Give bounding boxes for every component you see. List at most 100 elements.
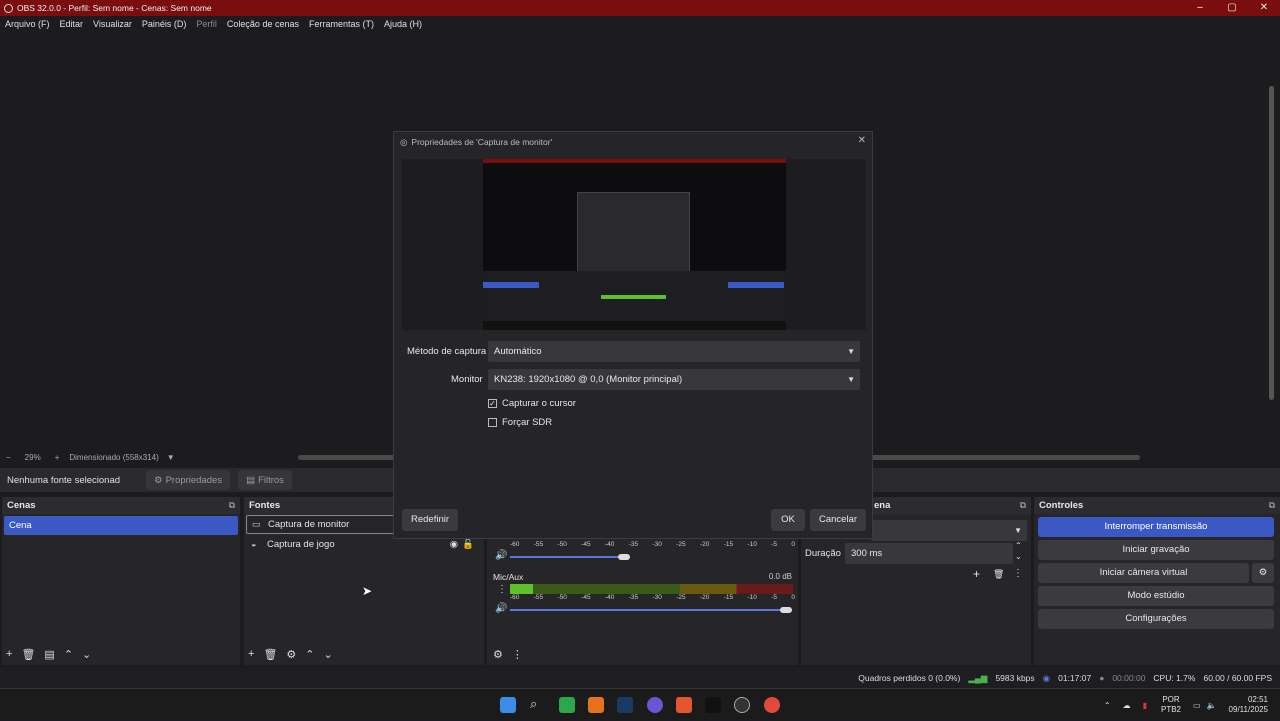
gear-icon[interactable]: ⚙ xyxy=(286,648,296,661)
zoom-in-button[interactable]: + xyxy=(55,453,60,462)
cancel-button[interactable]: Cancelar xyxy=(810,509,866,531)
properties-dialog: ◎ Propriedades de 'Captura de monitor' ✕… xyxy=(393,131,873,539)
app-icon[interactable] xyxy=(588,697,604,713)
move-down-icon[interactable]: ⌄ xyxy=(82,648,91,661)
filter-icon[interactable]: ▤ xyxy=(44,648,54,661)
move-up-icon[interactable]: ⌃ xyxy=(305,648,314,661)
volume-knob[interactable] xyxy=(780,607,792,613)
filter-icon: ▤ xyxy=(246,474,256,486)
steam-icon[interactable] xyxy=(617,697,633,713)
chevron-up-icon[interactable]: ⌃ xyxy=(1104,701,1111,710)
chrome-icon[interactable] xyxy=(764,697,780,713)
gear-icon: ⚙ xyxy=(154,474,163,486)
mic-aux-label: Mic/Aux xyxy=(493,572,524,582)
undock-icon[interactable]: ⧉ xyxy=(1269,497,1275,514)
sources-title: Fontes xyxy=(249,500,281,511)
menu-file[interactable]: Arquivo (F) xyxy=(5,19,50,29)
minimize-button[interactable]: – xyxy=(1184,0,1216,16)
close-icon[interactable]: ✕ xyxy=(858,135,866,146)
mic-aux-db: 0.0 dB xyxy=(768,572,792,581)
menu-docks[interactable]: Painéis (D) xyxy=(142,19,187,29)
menu-scene-collection[interactable]: Coleção de cenas xyxy=(227,19,299,29)
trash-icon[interactable]: 🗑 xyxy=(993,569,1004,580)
menu-profile[interactable]: Perfil xyxy=(196,19,217,29)
chevron-down-icon: ▼ xyxy=(847,375,855,384)
windows-start-icon[interactable] xyxy=(500,697,516,713)
transition-select[interactable]: ▼ xyxy=(871,520,1027,541)
cpu-usage: CPU: 1.7% xyxy=(1153,673,1196,683)
volume-slider[interactable] xyxy=(510,609,782,611)
vertical-scrollbar[interactable] xyxy=(1269,86,1274,400)
trash-icon[interactable]: 🗑 xyxy=(21,648,35,661)
move-down-icon[interactable]: ⌄ xyxy=(324,648,333,661)
start-virtual-camera-button[interactable]: Iniciar câmera virtual xyxy=(1038,563,1249,583)
stop-streaming-button[interactable]: Interromper transmissão xyxy=(1038,517,1274,537)
more-icon[interactable]: ⋮ xyxy=(512,648,523,661)
duration-field[interactable]: 300 ms xyxy=(845,543,1013,564)
menu-view[interactable]: Visualizar xyxy=(93,19,132,29)
volume-knob[interactable] xyxy=(618,554,630,560)
discord-icon[interactable] xyxy=(647,697,663,713)
dialog-title: Propriedades de 'Captura de monitor' xyxy=(411,137,553,147)
move-up-icon[interactable]: ⌃ xyxy=(64,648,73,661)
start-recording-button[interactable]: Iniciar gravação xyxy=(1038,540,1274,560)
settings-button[interactable]: Configurações xyxy=(1038,609,1274,629)
reset-button[interactable]: Redefinir xyxy=(402,509,458,531)
speaker-icon[interactable]: 🔊 xyxy=(495,550,507,561)
filters-button[interactable]: ▤ Filtros xyxy=(238,470,292,490)
taskbar: ⌕ ⌃ ☁ ▮ POR PTB2 ▭ 🔈 02:51 09/11/2025 xyxy=(0,688,1280,720)
menu-edit[interactable]: Editar xyxy=(60,19,84,29)
cloud-icon[interactable]: ☁ xyxy=(1123,701,1131,710)
zoom-out-button[interactable]: − xyxy=(6,453,11,462)
stepper-down-icon[interactable]: ⌄ xyxy=(1015,552,1022,561)
monitor-capture-thumbnail xyxy=(483,159,786,330)
obs-logo-icon: ◎ xyxy=(400,136,408,147)
close-button[interactable]: ✕ xyxy=(1248,0,1280,16)
capture-method-label: Método de captura xyxy=(407,346,487,357)
xbox-icon[interactable] xyxy=(559,697,575,713)
undock-icon[interactable]: ⧉ xyxy=(229,497,235,514)
tiktok-icon[interactable] xyxy=(705,697,721,713)
menu-help[interactable]: Ajuda (H) xyxy=(384,19,422,29)
properties-button[interactable]: ⚙ Propriedades xyxy=(146,470,231,490)
obs-icon[interactable] xyxy=(734,697,750,713)
maximize-button[interactable]: ▢ xyxy=(1216,0,1248,16)
network-icon[interactable]: ▭ xyxy=(1193,701,1201,710)
chevron-down-icon[interactable]: ▼ xyxy=(167,453,175,462)
monitor-select[interactable]: KN238: 1920x1080 @ 0,0 (Monitor principa… xyxy=(488,369,860,390)
volume-slider[interactable] xyxy=(510,556,618,558)
volume-icon[interactable]: 🔈 xyxy=(1207,701,1217,710)
ok-button[interactable]: OK xyxy=(771,509,805,531)
speaker-icon[interactable]: 🔊 xyxy=(495,603,507,614)
menu-tools[interactable]: Ferramentas (T) xyxy=(309,19,374,29)
undock-icon[interactable]: ⧉ xyxy=(1020,497,1026,514)
capture-cursor-checkbox[interactable]: ✓ Capturar o cursor xyxy=(488,398,576,409)
add-icon[interactable]: + xyxy=(6,648,12,661)
virtual-camera-settings-button[interactable]: ⚙ xyxy=(1252,563,1274,583)
search-icon[interactable]: ⌕ xyxy=(530,696,537,712)
signal-icon: ▂▄▆ xyxy=(968,672,988,683)
language-indicator[interactable]: POR PTB2 xyxy=(1161,695,1181,715)
mic-icon[interactable]: ▮ xyxy=(1143,701,1147,710)
studio-mode-button[interactable]: Modo estúdio xyxy=(1038,586,1274,606)
obs-logo-icon xyxy=(4,3,13,13)
force-sdr-checkbox[interactable]: Forçar SDR xyxy=(488,417,552,428)
controls-dock: Controles ⧉ Interromper transmissão Inici… xyxy=(1034,497,1280,665)
scene-item[interactable]: Cena xyxy=(4,516,238,535)
dropped-frames: Quadros perdidos 0 (0.0%) xyxy=(858,673,961,683)
more-icon[interactable]: ⋮ xyxy=(497,584,507,595)
add-icon[interactable]: + xyxy=(973,567,980,581)
trash-icon[interactable]: 🗑 xyxy=(263,648,277,661)
add-icon[interactable]: + xyxy=(248,648,254,661)
mixer-settings-icon[interactable]: ⚙ xyxy=(493,648,503,661)
dialog-header: ◎ Propriedades de 'Captura de monitor' ✕ xyxy=(394,132,872,152)
checkmark-icon: ✓ xyxy=(488,399,497,408)
gamepad-icon: ◒ xyxy=(251,539,257,549)
chevron-down-icon: ▼ xyxy=(1014,526,1022,535)
capture-method-select[interactable]: Automático ▼ xyxy=(488,341,860,362)
app-icon[interactable] xyxy=(676,697,692,713)
meter-scale: -60 -55 -50 -45 -40 -35 -30 -25 -20 -15 -10 -5 0 xyxy=(510,594,795,601)
stepper-up-icon[interactable]: ⌃ xyxy=(1015,541,1022,550)
clock[interactable]: 02:51 09/11/2025 xyxy=(1229,695,1268,715)
more-icon[interactable]: ⋮ xyxy=(1013,568,1023,579)
